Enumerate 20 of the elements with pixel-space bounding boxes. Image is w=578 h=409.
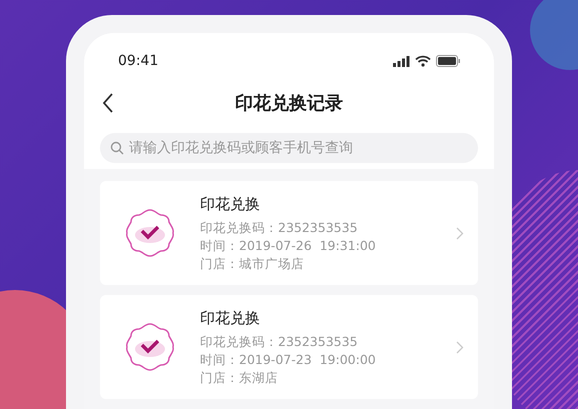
record-card[interactable]: 印花兑换 印花兑换码：2352353535 时间：2019-07-26 19:31:00 门店：城市广场店 [100,181,478,285]
record-time: 时间：2019-07-26 19:31:00 [200,237,377,256]
search-field[interactable]: 请输入印花兑换码或顾客手机号查询 [100,133,478,163]
record-store: 门店：城市广场店 [200,255,305,274]
record-title: 印花兑换 [200,308,261,329]
chevron-right-icon [456,340,464,354]
wifi-icon [415,55,431,67]
search-icon [110,141,124,155]
record-store: 门店：东湖店 [200,369,279,388]
record-time: 时间：2019-07-23 19:00:00 [200,351,377,370]
battery-icon [436,55,460,67]
record-card[interactable]: 印花兑换 印花兑换码：2352353535 时间：2019-07-23 19:00:00 门店：东湖店 [100,295,478,399]
status-time: 09:41 [118,52,158,70]
chevron-right-icon [456,226,464,240]
page-title: 印花兑换记录 [235,92,343,116]
record-code: 印花兑换码：2352353535 [200,219,359,238]
record-title: 印花兑换 [200,194,261,215]
record-code: 印花兑换码：2352353535 [200,333,359,352]
back-icon[interactable] [102,93,114,113]
signal-icon [393,56,410,66]
